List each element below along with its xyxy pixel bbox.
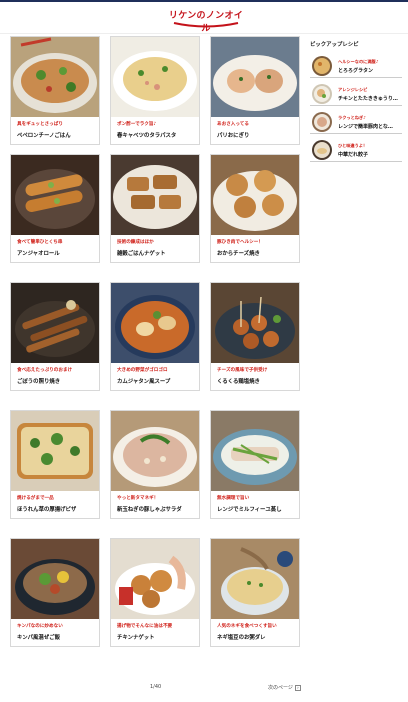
recipe-photo [211,539,299,619]
recipe-tag: キンパなのに炒めない [17,624,63,629]
recipe-title: 雑穀ごはんナゲット [117,251,166,257]
recipe-title: ネギ塩豆のお粥ダレ [217,635,266,641]
recipe-card[interactable]: 大きめの野菜がゴロゴロ カムジャタン風スープ [110,282,200,391]
page-indicator: 1/40 [150,684,162,690]
recipe-title: ごぼうの照り焼き [17,379,61,385]
pickup-thumb [312,56,332,76]
recipe-title: レンジでミルフィーユ蒸し [217,507,282,513]
recipe-tag: 食べて簡単ひとくち串 [17,240,63,245]
pickup-tag: ひと味違うよ！ [338,143,368,148]
recipe-title: 春キャベツのタラパスタ [117,133,177,139]
pickup-tag: アレンジレシピ [338,87,368,92]
recipe-title: 新玉ねぎの豚しゃぶサラダ [117,507,182,513]
recipe-tag: 無水調理で旨い [217,496,250,501]
chevron-right-icon: › [294,684,301,691]
recipe-photo [211,283,299,363]
recipe-photo [211,37,299,117]
recipe-title: くるくる鶏塩焼き [217,379,260,385]
recipe-card[interactable]: あおさ入ってる パリおにぎり [210,36,300,145]
brand-logo[interactable]: リケンのノンオイル [168,8,244,34]
pickup-tag: ラクっとねぎ♪ [338,115,366,120]
recipe-tag: 豚ひき肉でヘルシー！ [217,240,263,245]
recipe-title: カムジャタン風スープ [117,379,171,385]
recipe-title: パリおにぎり [217,133,250,139]
recipe-card[interactable]: 食べ応えたっぷりのおまけ ごぼうの照り焼き [10,282,100,391]
pickup-title: レンジで簡単豚肉とな… [338,124,393,130]
recipe-card[interactable]: 人気のネギを食べつくす旨い ネギ塩豆のお粥ダレ [210,538,300,647]
recipe-card[interactable]: 具をギュッとさっぱり ペペロンチーノごはん [10,36,100,145]
recipe-photo [111,37,199,117]
next-page-label: 次のページ [268,685,293,691]
pickup-item[interactable]: ひと味違うよ！ 中華だれ餃子 [310,138,402,162]
pickup-item[interactable]: アレンジレシピ チキンとたたききゅうり… [310,82,402,106]
pagination: 1/40 次のページ › [0,684,408,696]
pickup-title: チキンとたたききゅうり… [338,96,398,102]
recipe-tag: 人気のネギを食べつくす旨い [217,624,277,629]
pickup-sidebar: ピックアップレシピ ヘルシーなのに満腹♪ とろろグラタン アレンジレシピ チキン… [310,40,402,162]
recipe-card[interactable]: キンパなのに炒めない キンパ風混ぜご飯 [10,538,100,647]
recipe-card[interactable]: やっと新タマネギ！ 新玉ねぎの豚しゃぶサラダ [110,410,200,519]
recipe-photo [11,283,99,363]
recipe-tag: 揚げ物でそんなに油は不要 [117,624,173,629]
pickup-title: とろろグラタン [338,68,374,74]
recipe-card[interactable]: ポン酢ーでラク旨♪ 春キャベツのタラパスタ [110,36,200,145]
site-header: リケンのノンオイル [0,2,408,34]
recipe-tag: あおさ入ってる [217,122,249,127]
sidebar-heading: ピックアップレシピ [310,42,359,48]
recipe-title: チキンナゲット [117,635,155,641]
recipe-tag: 焼けるがまで一品 [17,496,54,501]
recipe-photo [11,411,99,491]
recipe-card[interactable]: 無水調理で旨い レンジでミルフィーユ蒸し [210,410,300,519]
recipe-photo [11,539,99,619]
recipe-photo [211,411,299,491]
recipe-photo [111,155,199,235]
next-page-link[interactable]: 次のページ › [268,684,301,691]
recipe-tag: 具をギュッとさっぱり [17,122,63,127]
recipe-tag: 技術の錬成はほか [117,240,154,245]
recipe-card[interactable]: 食べて簡単ひとくち串 アンジャオロール [10,154,100,263]
recipe-photo [111,539,199,619]
recipe-photo [11,155,99,235]
pickup-thumb [312,112,332,132]
recipe-card[interactable]: チーズの風味で子供受け くるくる鶏塩焼き [210,282,300,391]
pickup-tag: ヘルシーなのに満腹♪ [338,59,379,64]
pickup-item[interactable]: ヘルシーなのに満腹♪ とろろグラタン [310,54,402,78]
recipe-photo [111,283,199,363]
recipe-photo [211,155,299,235]
recipe-tag: チーズの風味で子供受け [217,368,268,373]
recipe-card[interactable]: 揚げ物でそんなに油は不要 チキンナゲット [110,538,200,647]
logo-swoosh-icon [173,22,239,28]
recipe-title: キンパ風混ぜご飯 [17,635,60,641]
recipe-tag: 食べ応えたっぷりのおまけ [17,368,73,373]
recipe-tag: やっと新タマネギ！ [117,496,159,501]
recipe-title: ペペロンチーノごはん [17,133,71,139]
recipe-card[interactable]: 技術の錬成はほか 雑穀ごはんナゲット [110,154,200,263]
recipe-photo [111,411,199,491]
recipe-tag: 大きめの野菜がゴロゴロ [117,368,168,373]
recipe-photo [11,37,99,117]
recipe-title: アンジャオロール [17,251,60,257]
recipe-tag: ポン酢ーでラク旨♪ [117,122,157,127]
pickup-item[interactable]: ラクっとねぎ♪ レンジで簡単豚肉とな… [310,110,402,134]
pickup-thumb [312,84,332,104]
pickup-thumb [312,140,332,160]
recipe-card[interactable]: 豚ひき肉でヘルシー！ おからチーズ焼き [210,154,300,263]
recipe-title: ほうれん草の厚揚げピザ [17,507,77,513]
recipe-title: おからチーズ焼き [217,251,260,257]
recipe-card[interactable]: 焼けるがまで一品 ほうれん草の厚揚げピザ [10,410,100,519]
pickup-title: 中華だれ餃子 [338,152,369,158]
